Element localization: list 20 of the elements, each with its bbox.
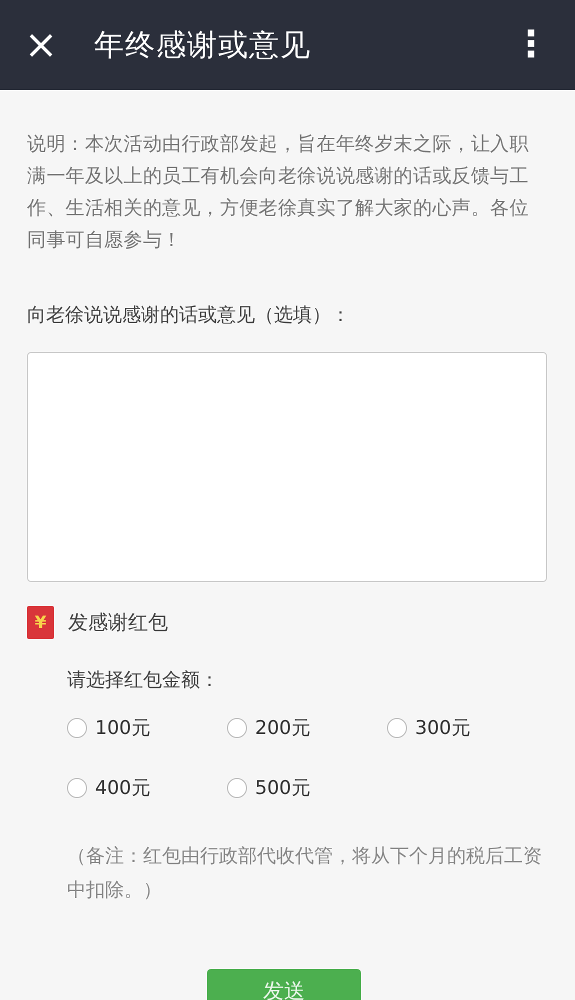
feedback-label: 向老徐说说感谢的话或意见（选填）： [27, 303, 351, 328]
amount-option[interactable]: 500元 [227, 775, 387, 801]
amount-option[interactable]: 100元 [67, 715, 227, 741]
gift-envelope-label: 发感谢红包 [68, 609, 168, 636]
window-title: 年终感谢或意见 [94, 26, 312, 64]
note-text: （备注：红包由行政部代收代管，将从下个月的税后工资中扣除。） [67, 844, 543, 903]
radio-button[interactable] [387, 718, 407, 738]
amount-option[interactable]: 400元 [67, 775, 227, 801]
feedback-field[interactable] [27, 352, 547, 582]
envelope-icon: ¥ [27, 606, 54, 639]
amount-option[interactable]: 200元 [227, 715, 387, 741]
close-icon[interactable]: × [24, 25, 58, 65]
amount-option[interactable]: 300元 [387, 715, 547, 741]
radio-button[interactable] [67, 778, 87, 798]
description-text: 说明：本次活动由行政部发起，旨在年终岁末之际，让入职满一年及以上的员工有机会向老徐说说感谢的话或反馈与工作、生活相关的意见，方便老徐真实了解大家的心声。各位同事可自愿参与！ [27, 132, 530, 253]
amount-label: 请选择红包金额： [67, 668, 220, 693]
radio-button[interactable] [67, 718, 87, 738]
menu-icon[interactable]: ⋮ [507, 27, 555, 63]
radio-button[interactable] [227, 718, 247, 738]
radio-button[interactable] [227, 778, 247, 798]
